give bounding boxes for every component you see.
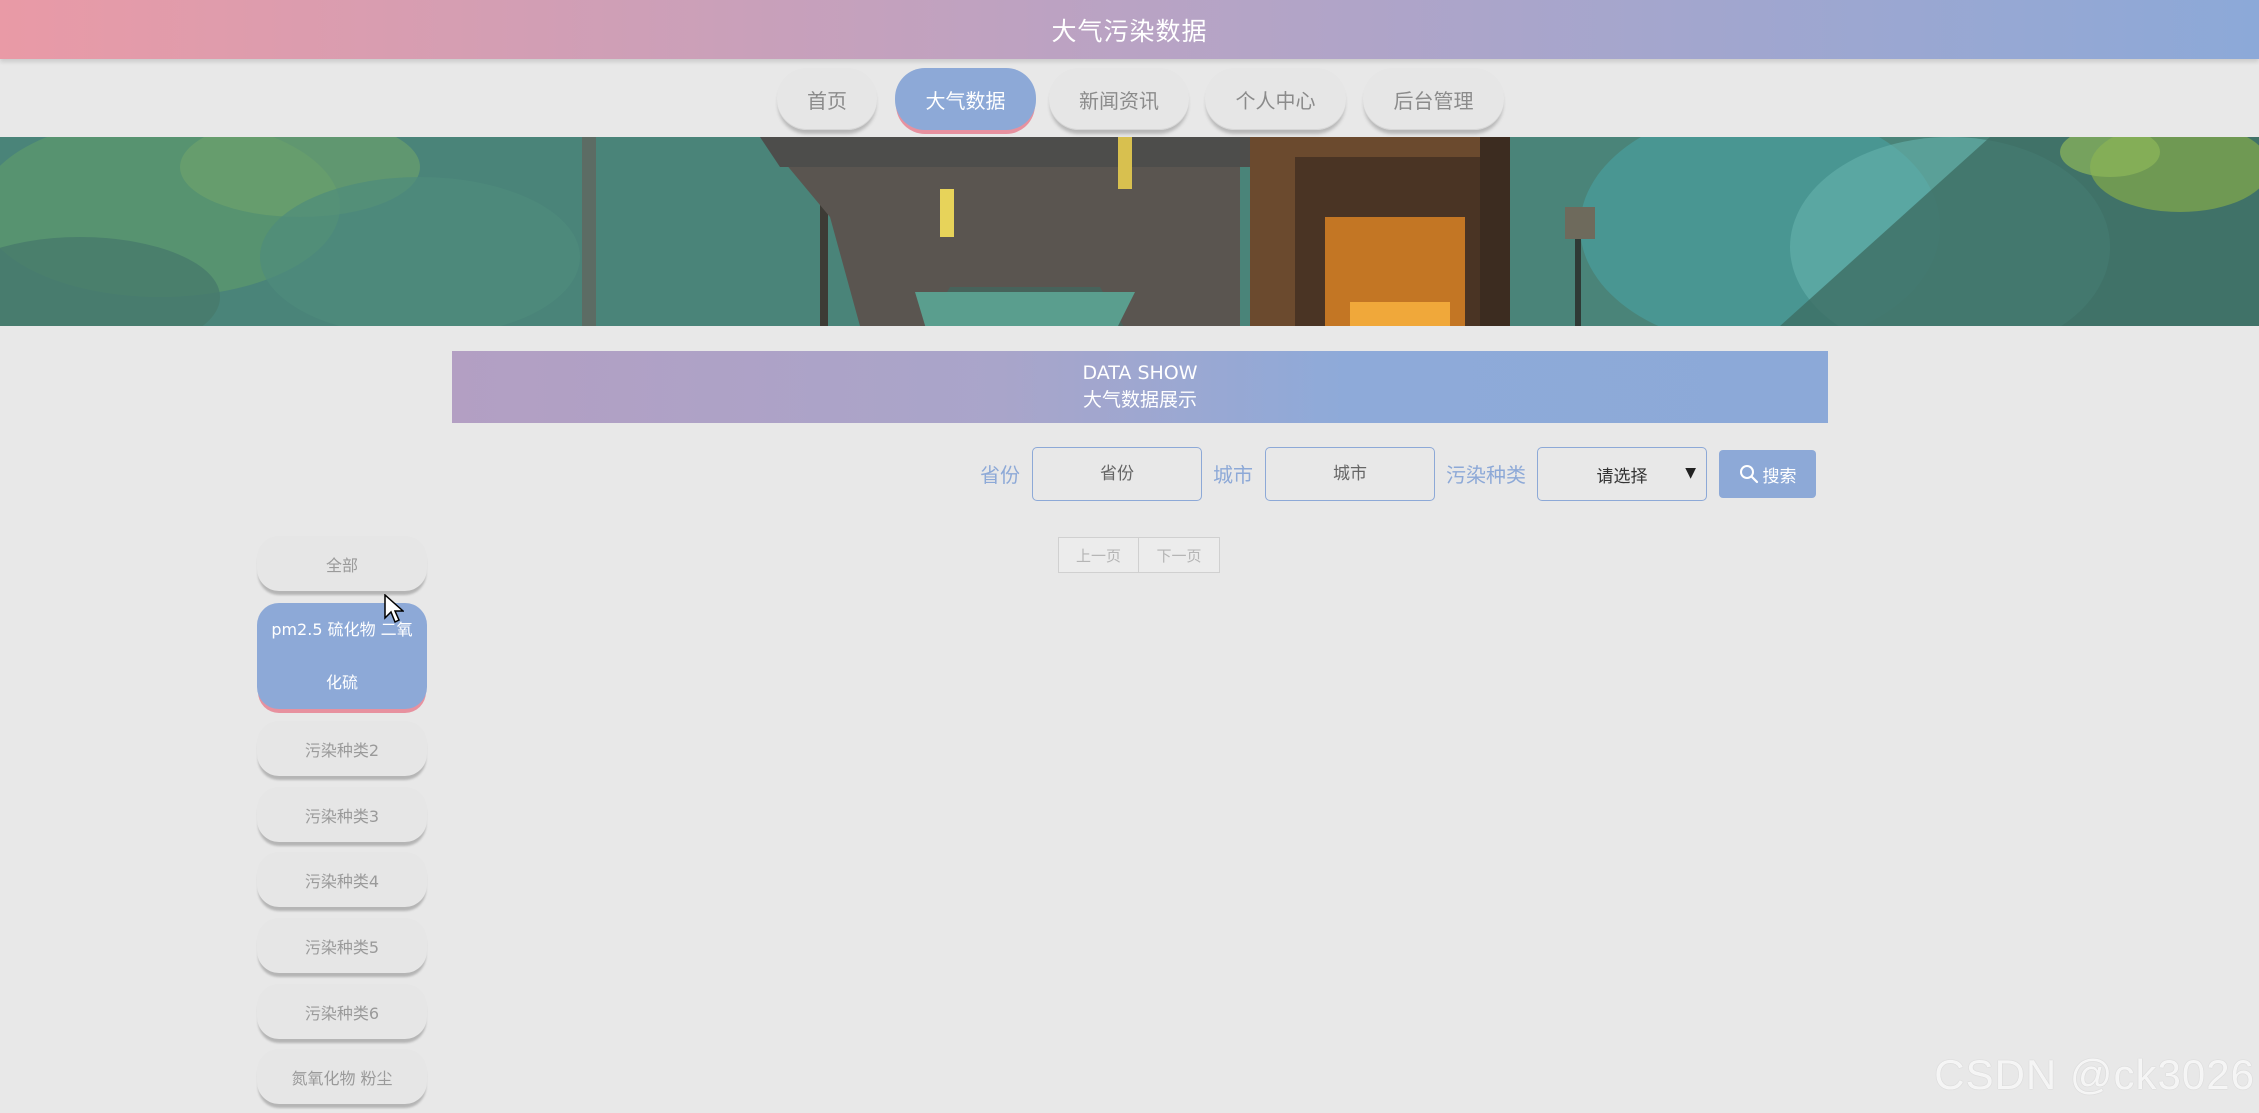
nav-news[interactable]: 新闻资讯 [1049,68,1189,130]
banner-illustration [0,137,2259,326]
sidebar-item-type4[interactable]: 污染种类4 [257,852,427,907]
search-button-label: 搜索 [1762,466,1797,487]
top-header-bar: 大气污染数据 [0,0,2259,59]
sidebar-item-type3[interactable]: 污染种类3 [257,787,427,842]
sidebar-item-type2[interactable]: 污染种类2 [257,721,427,776]
pollution-type-label: 污染种类 [1446,463,1526,487]
city-label: 城市 [1213,463,1253,487]
nav-admin[interactable]: 后台管理 [1363,68,1504,130]
search-button[interactable]: 搜索 [1719,450,1816,498]
section-title-cn: 大气数据展示 [1082,389,1197,411]
banner-image [0,137,2259,326]
pollution-type-select[interactable]: 请选择 ▼ [1537,447,1707,501]
site-title: 大气污染数据 [1051,16,1208,46]
section-title-en: DATA SHOW [1082,362,1198,384]
pagination: 上一页 下一页 [1058,537,1220,573]
sidebar-item-type5[interactable]: 污染种类5 [257,918,427,973]
nav-air-data[interactable]: 大气数据 [895,68,1036,130]
watermark: CSDN @ck3026 [1934,1051,2255,1098]
pollution-type-selected: 请选择 [1596,466,1648,487]
city-input[interactable] [1265,447,1435,501]
chevron-down-icon: ▼ [1685,465,1696,481]
mouse-cursor-icon [384,594,404,624]
nav-home[interactable]: 首页 [777,68,877,130]
search-icon [1739,465,1758,484]
province-label: 省份 [980,463,1020,487]
sidebar-item-nox-dust[interactable]: 氮氧化物 粉尘 [257,1049,427,1104]
sidebar-item-type6[interactable]: 污染种类6 [257,984,427,1039]
nav-user-center[interactable]: 个人中心 [1205,68,1346,130]
sidebar-item-all[interactable]: 全部 [257,536,427,591]
province-input[interactable] [1032,447,1202,501]
next-page-button[interactable]: 下一页 [1139,537,1220,573]
main-nav: 首页 大气数据 新闻资讯 个人中心 后台管理 [0,68,2259,132]
prev-page-button[interactable]: 上一页 [1058,537,1139,573]
section-header: DATA SHOW 大气数据展示 [452,351,1828,423]
